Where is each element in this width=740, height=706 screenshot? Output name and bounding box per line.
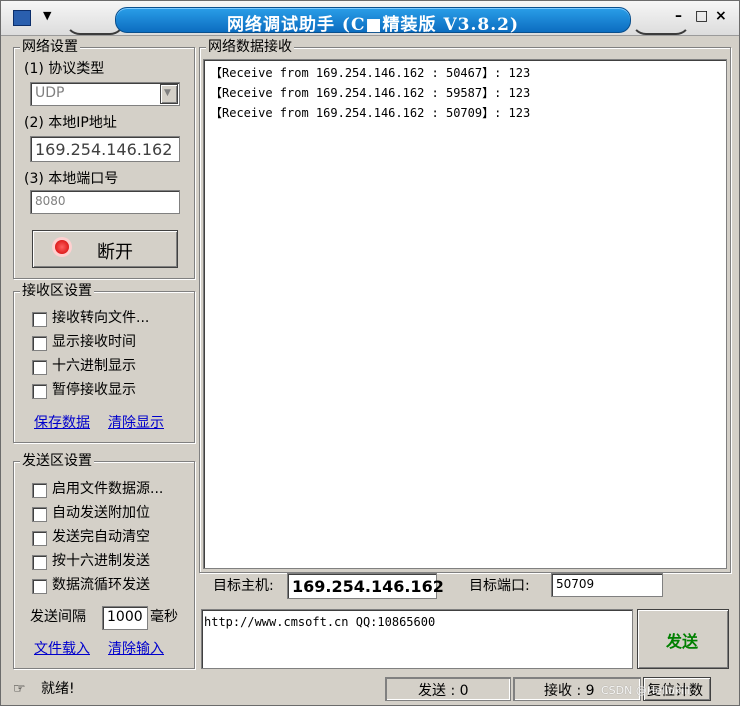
system-menu[interactable]: ▼ xyxy=(7,7,67,29)
protocol-select[interactable]: UDP ▼ xyxy=(30,82,180,106)
recv-count: 接收 : 9 xyxy=(544,683,595,699)
send-option-checkbox[interactable] xyxy=(32,507,47,522)
protocol-dropdown-button[interactable]: ▼ xyxy=(160,84,178,104)
target-host-label: 目标主机: xyxy=(213,578,274,594)
chevron-down-icon: ▼ xyxy=(43,9,52,22)
target-host-field[interactable]: 169.254.146.162 xyxy=(287,573,444,599)
recv-area-title: 网络数据接收 xyxy=(206,39,294,55)
recv-line: 【Receive from 169.254.146.162 : 59587】: … xyxy=(210,86,531,100)
recv-line: 【Receive from 169.254.146.162 : 50467】: … xyxy=(210,66,531,80)
recv-textarea[interactable]: 【Receive from 169.254.146.162 : 50467】: … xyxy=(203,59,727,569)
send-button-label: 发送 xyxy=(666,632,699,651)
app-window: ▼ 网络调试助手 (C■精装版 V3.8.2) – □ × 网络设置 (1) 协… xyxy=(0,0,740,706)
send-option-checkbox[interactable] xyxy=(32,483,47,498)
send-option-label: 数据流循环发送 xyxy=(52,577,150,593)
send-text: http://www.cmsoft.cn QQ:10865600 xyxy=(204,615,436,629)
target-host-value: 169.254.146.162 xyxy=(292,577,444,596)
target-port-value: 50709 xyxy=(556,577,595,591)
recv-option-label: 接收转向文件... xyxy=(52,310,150,326)
recv-option-checkbox[interactable] xyxy=(32,312,47,327)
send-option-label: 发送完自动清空 xyxy=(52,529,150,545)
disconnect-button[interactable]: 断开 xyxy=(32,230,178,268)
recv-settings-title: 接收区设置 xyxy=(20,283,94,299)
title-pill: 网络调试助手 (C■精装版 V3.8.2) xyxy=(115,7,631,35)
window-controls: – □ × xyxy=(661,8,733,28)
maximize-button[interactable]: □ xyxy=(695,8,708,24)
local-ip-value: 169.254.146.162 xyxy=(35,140,173,159)
local-port-value: 8080 xyxy=(35,194,66,208)
sent-count-box: 发送 : 0 xyxy=(385,677,511,701)
recv-option-label: 显示接收时间 xyxy=(52,334,136,350)
status-bar: ☞ 就绪! 发送 : 0 接收 : 9 复位计数 CSDN @Hellokill xyxy=(1,675,739,705)
send-option-label: 启用文件数据源... xyxy=(52,481,164,497)
send-interval-value: 1000 xyxy=(107,609,143,625)
net-settings-title: 网络设置 xyxy=(20,39,80,55)
sent-count: 发送 : 0 xyxy=(418,683,469,699)
chevron-down-icon: ▼ xyxy=(164,88,171,98)
send-interval-label: 发送间隔 xyxy=(30,609,86,625)
protocol-label: (1) 协议类型 xyxy=(24,61,105,77)
minimize-button[interactable]: – xyxy=(675,8,682,24)
save-data-link[interactable]: 保存数据 xyxy=(34,412,90,432)
send-option-label: 按十六进制发送 xyxy=(52,553,150,569)
local-ip-label: (2) 本地IP地址 xyxy=(24,115,117,131)
send-option-label: 自动发送附加位 xyxy=(52,505,150,521)
watermark: CSDN @Hellokill xyxy=(601,684,691,697)
recv-option-label: 暂停接收显示 xyxy=(52,382,136,398)
send-interval-unit: 毫秒 xyxy=(150,609,178,625)
recv-option-checkbox[interactable] xyxy=(32,384,47,399)
local-port-field[interactable]: 8080 xyxy=(30,190,180,214)
send-settings-group: 发送区设置 启用文件数据源... 自动发送附加位 发送完自动清空 按十六进制发送… xyxy=(13,453,195,669)
window-title: 网络调试助手 (C■精装版 V3.8.2) xyxy=(226,15,520,35)
send-interval-field[interactable]: 1000 xyxy=(102,606,148,630)
recv-option-label: 十六进制显示 xyxy=(52,358,136,374)
recv-line: 【Receive from 169.254.146.162 : 50709】: … xyxy=(210,106,531,120)
status-ready: 就绪! xyxy=(41,681,75,697)
send-settings-title: 发送区设置 xyxy=(20,453,94,469)
red-light-icon xyxy=(55,240,69,254)
clear-display-link[interactable]: 清除显示 xyxy=(108,412,164,432)
target-port-field[interactable]: 50709 xyxy=(551,573,663,597)
network-icon xyxy=(13,10,31,26)
load-file-link[interactable]: 文件载入 xyxy=(34,638,90,658)
recv-option-checkbox[interactable] xyxy=(32,336,47,351)
close-button[interactable]: × xyxy=(715,8,727,24)
send-option-checkbox[interactable] xyxy=(32,531,47,546)
disconnect-label: 断开 xyxy=(97,242,133,263)
hand-pointer-icon: ☞ xyxy=(13,681,26,697)
target-port-label: 目标端口: xyxy=(469,578,530,594)
recv-settings-group: 接收区设置 接收转向文件... 显示接收时间 十六进制显示 暂停接收显示 保存数… xyxy=(13,283,195,443)
recv-option-checkbox[interactable] xyxy=(32,360,47,375)
local-ip-field[interactable]: 169.254.146.162 xyxy=(30,136,180,162)
send-button[interactable]: 发送 xyxy=(637,609,729,669)
protocol-value: UDP xyxy=(35,85,65,101)
title-bar[interactable]: ▼ 网络调试助手 (C■精装版 V3.8.2) – □ × xyxy=(1,1,739,36)
send-option-checkbox[interactable] xyxy=(32,555,47,570)
net-settings-group: 网络设置 (1) 协议类型 UDP ▼ (2) 本地IP地址 169.254.1… xyxy=(13,39,195,279)
local-port-label: (3) 本地端口号 xyxy=(24,171,119,187)
clear-input-link[interactable]: 清除输入 xyxy=(108,638,164,658)
send-textarea[interactable]: http://www.cmsoft.cn QQ:10865600 xyxy=(201,609,633,669)
send-option-checkbox[interactable] xyxy=(32,579,47,594)
